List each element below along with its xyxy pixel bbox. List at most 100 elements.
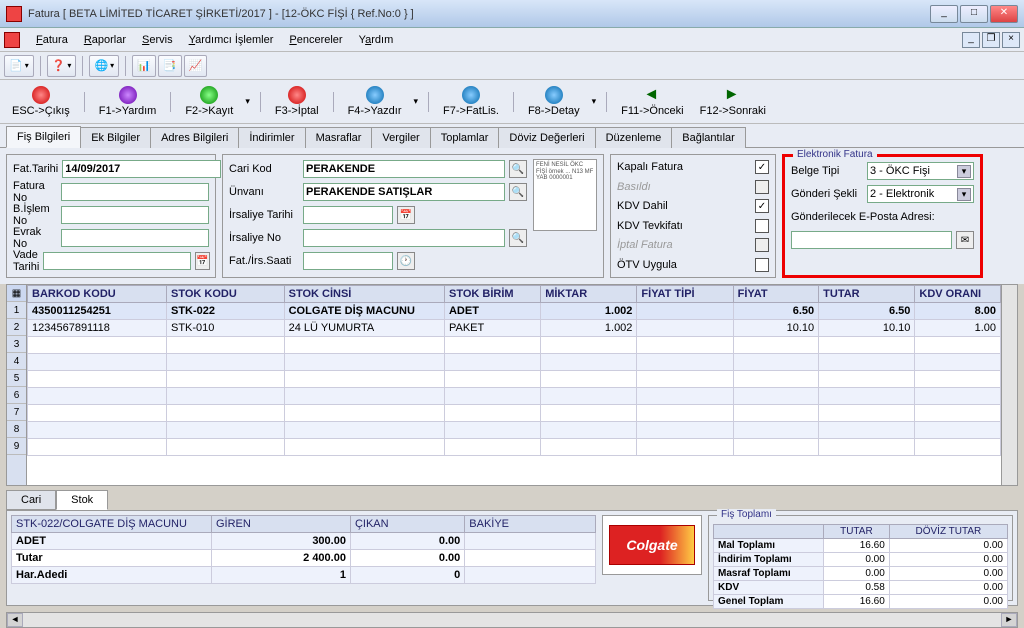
esc-button[interactable]: ESC->Çıkış [6, 82, 76, 122]
grid-row[interactable] [28, 337, 1001, 354]
menu-raporlar[interactable]: Raporlar [76, 32, 134, 48]
irsno-input[interactable] [303, 229, 505, 247]
grid-row[interactable] [28, 354, 1001, 371]
f3-button[interactable]: F3->İptal [269, 82, 325, 122]
clock-icon[interactable]: 🕐 [397, 252, 415, 270]
btab-cari[interactable]: Cari [6, 490, 56, 510]
mdi-minimize-button[interactable]: _ [962, 32, 980, 48]
col-tutar[interactable]: TUTAR [819, 286, 915, 303]
col-miktar[interactable]: MİKTAR [541, 286, 637, 303]
tab-indirimler[interactable]: İndirimler [238, 127, 305, 148]
grid-row[interactable] [28, 422, 1001, 439]
f4-button[interactable]: F4->Yazdır [342, 82, 408, 122]
bottom-hscroll[interactable]: ◄► [6, 612, 1018, 628]
tab-fis-bilgileri[interactable]: Fiş Bilgileri [6, 126, 81, 148]
calendar-icon[interactable]: 📅 [195, 252, 209, 270]
menu-yardim[interactable]: Yardım [351, 32, 402, 48]
iptal-checkbox [755, 238, 769, 252]
grid-rownum[interactable]: 1 [7, 302, 26, 319]
f8-dropdown[interactable]: ▾ [590, 96, 599, 107]
belgetipi-select[interactable]: 3 - ÖKC Fişi▾ [867, 162, 974, 180]
kdvtevk-checkbox[interactable] [755, 219, 769, 233]
grid-corner[interactable]: ▦ [7, 285, 26, 302]
carikod-input[interactable] [303, 160, 505, 178]
btab-stok[interactable]: Stok [56, 490, 108, 510]
unvan-input[interactable] [303, 183, 505, 201]
eposta-input[interactable] [791, 231, 952, 249]
col-barkod[interactable]: BARKOD KODU [28, 286, 167, 303]
f2-dropdown[interactable]: ▾ [243, 96, 252, 107]
grid-rownum[interactable]: 2 [7, 319, 26, 336]
f11-button[interactable]: ◄F11->Önceki [615, 82, 689, 122]
vadetarihi-input[interactable] [43, 252, 191, 270]
mdi-close-button[interactable]: × [1002, 32, 1020, 48]
grid-row[interactable]: 1234567891118STK-01024 LÜ YUMURTAPAKET1.… [28, 320, 1001, 337]
calendar-icon[interactable]: 📅 [397, 206, 415, 224]
f12-button[interactable]: ►F12->Sonraki [694, 82, 772, 122]
grid-rownum[interactable]: 7 [7, 404, 26, 421]
fattarihi-input[interactable] [62, 160, 221, 178]
fatirssaati-input[interactable] [303, 252, 393, 270]
grid-table[interactable]: BARKOD KODU STOK KODU STOK CİNSİ STOK Bİ… [27, 285, 1001, 456]
tb-btn-2[interactable]: ❓▾ [47, 55, 77, 77]
lookup-icon[interactable]: 🔍 [509, 183, 527, 201]
tab-ek-bilgiler[interactable]: Ek Bilgiler [80, 127, 151, 148]
tb-btn-3[interactable]: 🌐▾ [89, 55, 119, 77]
grid-row[interactable] [28, 388, 1001, 405]
menu-pencereler[interactable]: Pencereler [281, 32, 350, 48]
tab-toplamlar[interactable]: Toplamlar [430, 127, 500, 148]
bislemno-input[interactable] [61, 206, 209, 224]
faturano-input[interactable] [61, 183, 209, 201]
kapali-checkbox[interactable]: ✓ [755, 160, 769, 174]
col-stokcinsi[interactable]: STOK CİNSİ [284, 286, 444, 303]
close-button[interactable]: ✕ [990, 5, 1018, 23]
col-stokbirim[interactable]: STOK BİRİM [444, 286, 540, 303]
kdvdahil-checkbox[interactable]: ✓ [755, 199, 769, 213]
grid-row[interactable]: 4350011254251STK-022COLGATE DİŞ MACUNUAD… [28, 303, 1001, 320]
col-kdvorani[interactable]: KDV ORANI [915, 286, 1001, 303]
grid-rownum[interactable]: 4 [7, 353, 26, 370]
f4-dropdown[interactable]: ▾ [411, 96, 420, 107]
grid-vscroll[interactable] [1001, 285, 1017, 485]
minimize-button[interactable]: _ [930, 5, 958, 23]
menu-yardimci-islemler[interactable]: Yardımcı İşlemler [181, 32, 282, 48]
maximize-button[interactable]: □ [960, 5, 988, 23]
window-title: Fatura [ BETA LİMİTED TİCARET ŞİRKETİ/20… [28, 8, 930, 20]
tb-btn-4[interactable]: 📊 [132, 55, 156, 77]
grid-rownum[interactable]: 9 [7, 438, 26, 455]
menu-fatura[interactable]: Fatura [28, 32, 76, 48]
tab-adres-bilgileri[interactable]: Adres Bilgileri [150, 127, 239, 148]
otv-checkbox[interactable] [755, 258, 769, 272]
email-icon[interactable]: ✉ [956, 231, 974, 249]
col-fiyattipi[interactable]: FİYAT TİPİ [637, 286, 733, 303]
col-stokkod[interactable]: STOK KODU [167, 286, 285, 303]
tab-vergiler[interactable]: Vergiler [371, 127, 430, 148]
col-fiyat[interactable]: FİYAT [733, 286, 819, 303]
grid-row[interactable] [28, 439, 1001, 456]
gonderi-select[interactable]: 2 - Elektronik▾ [867, 185, 974, 203]
f8-button[interactable]: F8->Detay [522, 82, 586, 122]
tb-btn-5[interactable]: 📑 [158, 55, 182, 77]
menu-servis[interactable]: Servis [134, 32, 181, 48]
lookup-icon[interactable]: 🔍 [509, 229, 527, 247]
tab-duzenleme[interactable]: Düzenleme [595, 127, 673, 148]
tb-btn-6[interactable]: 📈 [184, 55, 208, 77]
tb-btn-1[interactable]: 📄▾ [4, 55, 34, 77]
grid-row[interactable] [28, 371, 1001, 388]
grid-rownum[interactable]: 3 [7, 336, 26, 353]
f1-button[interactable]: F1->Yardım [93, 82, 163, 122]
grid-row[interactable] [28, 405, 1001, 422]
mdi-restore-button[interactable]: ❐ [982, 32, 1000, 48]
grid-rownum[interactable]: 8 [7, 421, 26, 438]
evrakno-input[interactable] [61, 229, 209, 247]
grid-rownum[interactable]: 6 [7, 387, 26, 404]
lookup-icon[interactable]: 🔍 [509, 160, 527, 178]
tab-masraflar[interactable]: Masraflar [305, 127, 373, 148]
irstarih-input[interactable] [303, 206, 393, 224]
f7-button[interactable]: F7->FatLis. [437, 82, 505, 122]
tab-doviz-degerleri[interactable]: Döviz Değerleri [498, 127, 595, 148]
carikod-label: Cari Kod [229, 163, 299, 175]
grid-rownum[interactable]: 5 [7, 370, 26, 387]
tab-baglantilar[interactable]: Bağlantılar [671, 127, 746, 148]
f2-button[interactable]: F2->Kayıt [179, 82, 239, 122]
